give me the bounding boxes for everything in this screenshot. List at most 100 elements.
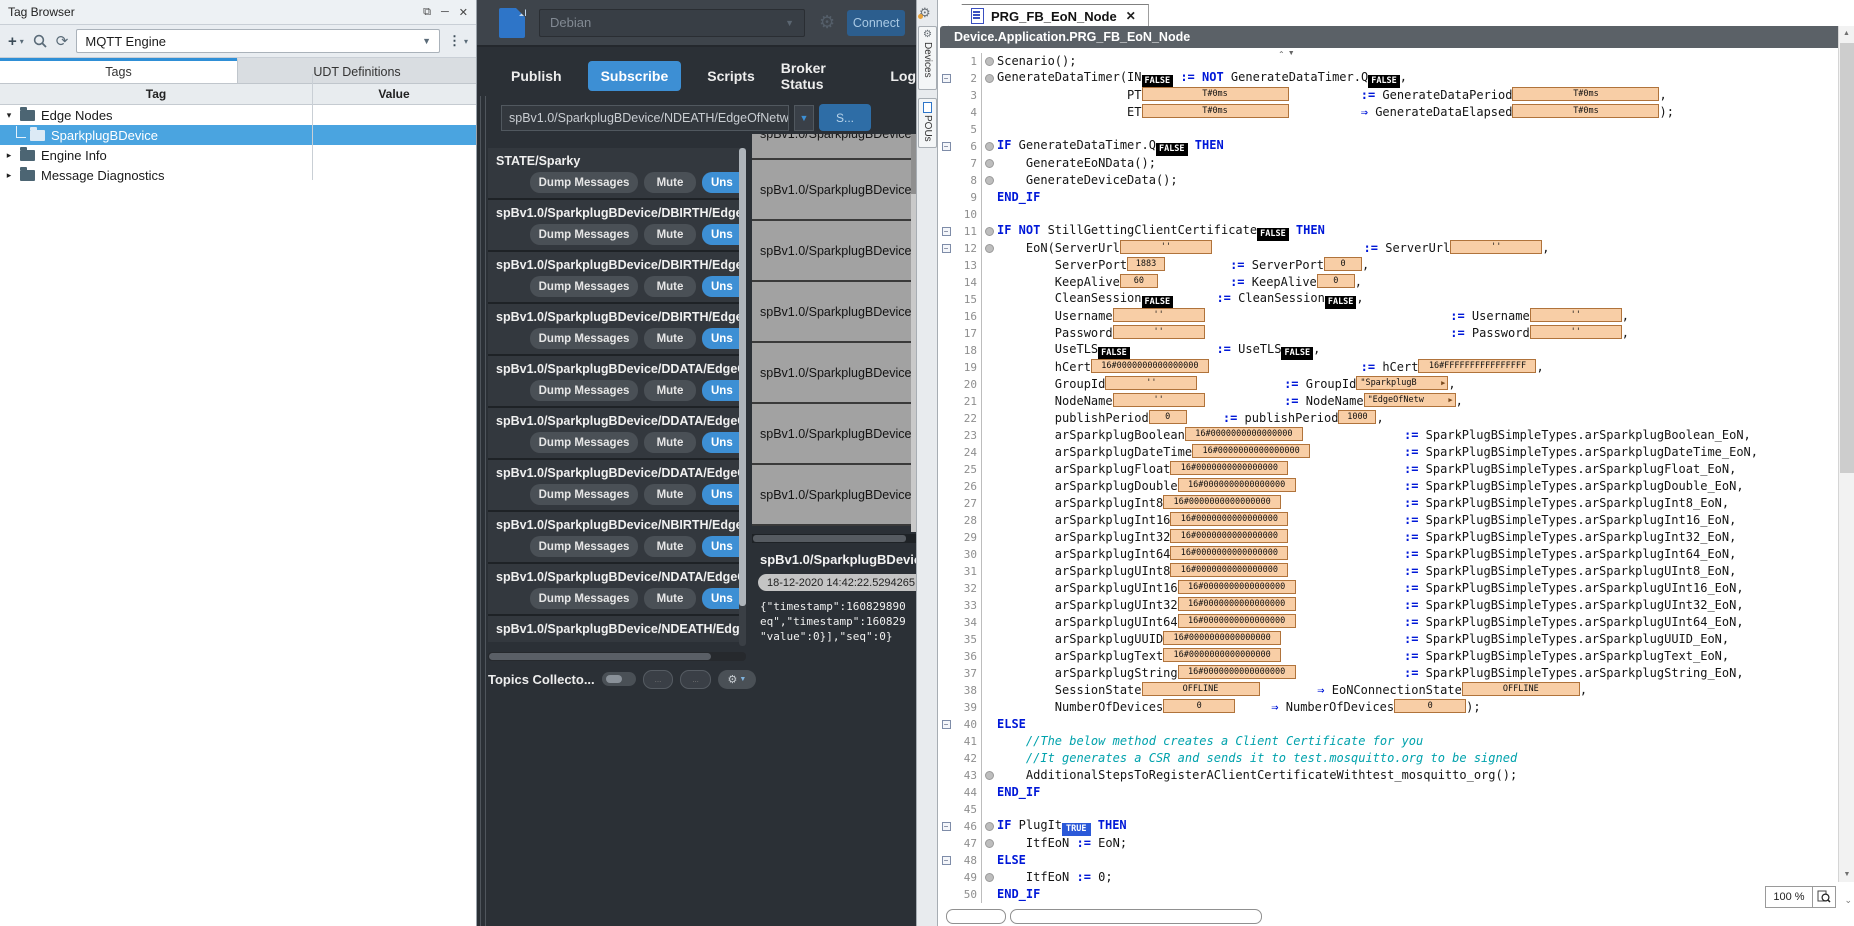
mute-button[interactable]: Mute [644, 276, 696, 297]
breakpoint-margin[interactable] [982, 159, 997, 168]
mqtt-tab-broker-status[interactable]: Broker Status [781, 60, 865, 92]
line-number[interactable]: 45 [954, 801, 982, 818]
tree-arrow-icon[interactable]: ▸ [2, 170, 16, 181]
code-line[interactable]: 8 GenerateDeviceData(); [938, 172, 1838, 189]
restore-icon[interactable]: ⧉ [423, 6, 431, 19]
collapse-icon[interactable]: − [942, 822, 951, 831]
code-line[interactable]: 45 [938, 801, 1838, 818]
line-number[interactable]: 15 [954, 291, 982, 308]
minimize-icon[interactable]: ─ [441, 6, 449, 19]
line-number[interactable]: 12 [954, 240, 982, 257]
subscribe-button[interactable]: S... [819, 104, 871, 131]
code-line[interactable]: 39 NumberOfDevices0 ⇒ NumberOfDevices0); [938, 699, 1838, 716]
line-number[interactable]: 3 [954, 87, 982, 104]
sidebar-tab-pous[interactable]: POUs [918, 98, 937, 148]
column-divider[interactable] [312, 74, 313, 180]
collapse-icon[interactable]: − [942, 720, 951, 729]
line-number[interactable]: 16 [954, 308, 982, 325]
line-number[interactable]: 46 [954, 818, 982, 835]
line-number[interactable]: 39 [954, 699, 982, 716]
monitor-value-dropdown[interactable]: "SparkplugB▶ [1356, 376, 1448, 390]
collapse-icon[interactable]: − [942, 244, 951, 253]
code-line[interactable]: 33 arSparkplugUInt3216#0000000000000000 … [938, 597, 1838, 614]
menu-dots-icon[interactable]: ⋮ [448, 33, 461, 49]
code-line[interactable]: 14 KeepAlive60 := KeepAlive0, [938, 274, 1838, 291]
connect-button[interactable]: Connect [847, 10, 905, 36]
mqtt-tab-publish[interactable]: Publish [511, 68, 562, 84]
code-line[interactable]: 43 AdditionalStepsToRegisterAClientCerti… [938, 767, 1838, 784]
line-number[interactable]: 29 [954, 529, 982, 546]
add-tag-caret-icon[interactable]: ▾ [20, 37, 24, 46]
mute-button[interactable]: Mute [644, 536, 696, 557]
code-line[interactable]: −2GenerateDataTimer(INFALSE := NOT Gener… [938, 70, 1838, 87]
scroll-up-icon[interactable]: ▲ [1839, 26, 1854, 41]
code-line[interactable]: 22 publishPeriod0 := publishPeriod1000, [938, 410, 1838, 427]
add-tag-button[interactable]: + [8, 33, 17, 50]
mute-button[interactable]: Mute [644, 432, 696, 453]
line-number[interactable]: 41 [954, 733, 982, 750]
message-row[interactable]: spBv1.0/SparkplugBDevice/DDAT [752, 343, 916, 404]
code-line[interactable]: −6IF GenerateDataTimer.QFALSE THEN [938, 138, 1838, 155]
line-number[interactable]: 42 [954, 750, 982, 767]
line-number[interactable]: 21 [954, 393, 982, 410]
breakpoint-margin[interactable] [982, 74, 997, 83]
tree-arrow-icon[interactable]: ▸ [2, 150, 16, 161]
breakpoint-margin[interactable] [982, 771, 997, 780]
line-number[interactable]: 49 [954, 869, 982, 886]
mute-button[interactable]: Mute [644, 588, 696, 609]
collapse-icon[interactable]: − [942, 142, 951, 151]
message-row[interactable]: spBv1.0/SparkplugBDevice/NDAT [752, 221, 916, 282]
scroll-down-icon[interactable]: ▼ [1839, 867, 1854, 882]
collapse-icon[interactable]: − [942, 74, 951, 83]
scrollbar-thumb[interactable] [1840, 43, 1854, 473]
sidebar-tab-devices[interactable]: ⚙ Devices [918, 26, 937, 90]
line-number[interactable]: 8 [954, 172, 982, 189]
breakpoint-margin[interactable] [982, 822, 997, 831]
message-row[interactable]: spBv1.0/SparkplugBDevice/DDAT [752, 404, 916, 465]
line-number[interactable]: 7 [954, 155, 982, 172]
code-line[interactable]: 1Scenario(); [938, 53, 1838, 70]
code-line[interactable]: 20 GroupId'' := GroupId"SparkplugB▶, [938, 376, 1838, 393]
topics-collector-toggle[interactable] [602, 672, 636, 686]
menu-caret-icon[interactable]: ▾ [464, 37, 468, 46]
dump-button[interactable]: Dump Messages [530, 432, 638, 453]
code-line[interactable]: 7 GenerateEoNData(); [938, 155, 1838, 172]
code-line[interactable]: 37 arSparkplugString16#0000000000000000 … [938, 665, 1838, 682]
code-line[interactable]: −46IF PlugItTRUE THEN [938, 818, 1838, 835]
line-number[interactable]: 30 [954, 546, 982, 563]
code-line[interactable]: 21 NodeName'' := NodeName"EdgeOfNetw▶, [938, 393, 1838, 410]
collector-button-2[interactable]: ... [680, 670, 711, 689]
column-header-value[interactable]: Value [312, 84, 476, 104]
line-number[interactable]: 1 [954, 53, 982, 70]
line-number[interactable]: 28 [954, 512, 982, 529]
zoom-level[interactable]: 100 % [1765, 886, 1813, 908]
editor-hscroll-left[interactable] [946, 909, 1006, 924]
line-number[interactable]: 37 [954, 665, 982, 682]
line-number[interactable]: 10 [954, 206, 982, 223]
line-number[interactable]: 19 [954, 359, 982, 376]
dump-button[interactable]: Dump Messages [530, 380, 638, 401]
fold-toggle[interactable]: − [938, 74, 954, 83]
collector-button-1[interactable]: ... [643, 670, 674, 689]
line-number[interactable]: 38 [954, 682, 982, 699]
tree-item-engine-info[interactable]: ▸Engine Info [0, 145, 476, 165]
editor-hscroll-thumb[interactable] [1010, 909, 1262, 924]
line-number[interactable]: 5 [954, 121, 982, 138]
subscription-hscrollbar[interactable] [488, 652, 746, 661]
line-number[interactable]: 23 [954, 427, 982, 444]
line-number[interactable]: 25 [954, 461, 982, 478]
breakpoint-margin[interactable] [982, 839, 997, 848]
line-number[interactable]: 36 [954, 648, 982, 665]
tree-item-sparkplugbdevice[interactable]: SparkplugBDevice [0, 125, 476, 145]
subscription-scrollbar[interactable] [739, 148, 746, 646]
code-line[interactable]: 32 arSparkplugUInt1616#0000000000000000 … [938, 580, 1838, 597]
line-number[interactable]: 9 [954, 189, 982, 206]
mqtt-tab-log[interactable]: Log [890, 68, 916, 84]
tree-item-message-diagnostics[interactable]: ▸Message Diagnostics [0, 165, 476, 185]
dump-button[interactable]: Dump Messages [530, 276, 638, 297]
message-row[interactable]: spBv1.0/SparkplugBDevice/DDAT [752, 160, 916, 221]
tree-arrow-icon[interactable]: ▾ [2, 110, 16, 121]
line-number[interactable]: 14 [954, 274, 982, 291]
line-number[interactable]: 44 [954, 784, 982, 801]
message-hscrollbar[interactable] [752, 534, 916, 543]
